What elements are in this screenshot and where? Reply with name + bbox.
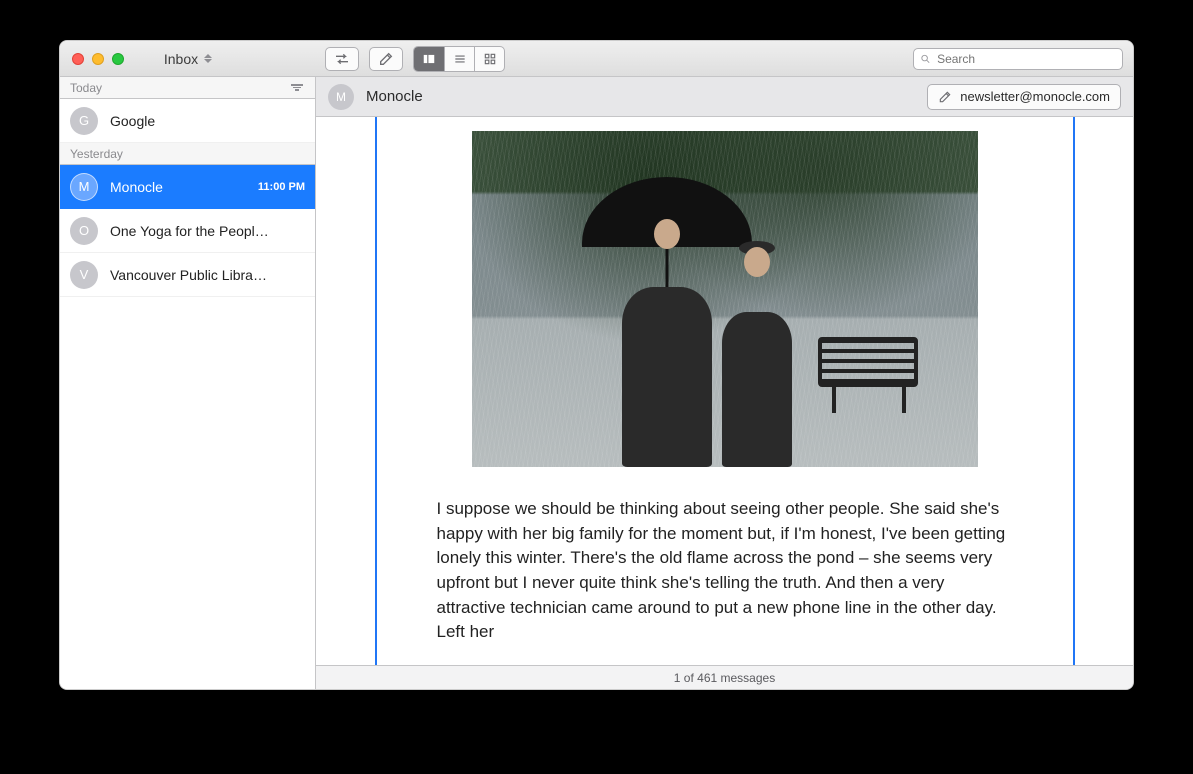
search-input[interactable] <box>935 51 1116 67</box>
message-sender: Vancouver Public Library N… <box>110 267 270 283</box>
close-button[interactable] <box>72 53 84 65</box>
message-pane: M Monocle newsletter@monocle.com <box>316 77 1133 689</box>
compose-button[interactable] <box>369 47 403 71</box>
message-sender-name: Monocle <box>366 88 423 105</box>
message-sender: One Yoga for the People | V… <box>110 223 270 239</box>
message-paragraph: I suppose we should be thinking about se… <box>437 497 1013 645</box>
search-icon <box>920 53 931 65</box>
status-bar: 1 of 461 messages <box>316 665 1133 689</box>
message-row-monocle[interactable]: M Monocle 11:00 PM <box>60 165 315 209</box>
view-thumbnails-button[interactable] <box>474 47 504 71</box>
toolbar <box>325 41 1123 76</box>
window-controls <box>60 53 136 65</box>
zoom-button[interactable] <box>112 53 124 65</box>
bench-icon <box>818 337 918 387</box>
section-header-yesterday: Yesterday <box>60 143 315 165</box>
message-list: Today G Google Yesterday M Monocle 11:00… <box>60 77 316 689</box>
message-image <box>472 131 978 467</box>
sort-chevrons-icon[interactable] <box>204 54 212 63</box>
message-address: newsletter@monocle.com <box>960 89 1110 104</box>
window-body: Today G Google Yesterday M Monocle 11:00… <box>60 77 1133 689</box>
view-segmented-control <box>413 46 505 72</box>
view-content-button[interactable] <box>414 47 444 71</box>
compose-icon <box>938 90 952 104</box>
send-receive-icon <box>334 51 350 67</box>
section-header-today: Today <box>60 77 315 99</box>
message-sender: Google <box>110 113 155 129</box>
message-content: I suppose we should be thinking about se… <box>375 117 1075 665</box>
content-view-icon <box>422 52 436 66</box>
send-receive-button[interactable] <box>325 47 359 71</box>
section-header-label: Today <box>70 81 102 95</box>
minimize-button[interactable] <box>92 53 104 65</box>
section-header-label: Yesterday <box>70 147 123 161</box>
list-view-icon <box>453 52 467 66</box>
message-row-vpl[interactable]: V Vancouver Public Library N… <box>60 253 315 297</box>
avatar: M <box>328 84 354 110</box>
thumbnails-view-icon <box>483 52 497 66</box>
avatar: G <box>70 107 98 135</box>
message-body[interactable]: I suppose we should be thinking about se… <box>316 117 1133 665</box>
message-time: 11:00 PM <box>258 181 305 193</box>
figure-woman <box>722 217 792 467</box>
message-sender: Monocle <box>110 179 163 195</box>
status-text: 1 of 461 messages <box>674 671 775 685</box>
filter-icon[interactable] <box>289 82 305 93</box>
compose-icon <box>378 51 394 67</box>
avatar: M <box>70 173 98 201</box>
view-list-button[interactable] <box>444 47 474 71</box>
avatar: O <box>70 217 98 245</box>
titlebar: Inbox <box>60 41 1133 77</box>
message-header: M Monocle newsletter@monocle.com <box>316 77 1133 117</box>
message-row-google[interactable]: G Google <box>60 99 315 143</box>
search-field[interactable] <box>913 48 1123 70</box>
avatar: V <box>70 261 98 289</box>
mailbox-title: Inbox <box>164 51 198 67</box>
message-row-one-yoga[interactable]: O One Yoga for the People | V… <box>60 209 315 253</box>
mail-window: Inbox <box>59 40 1134 690</box>
reply-address-button[interactable]: newsletter@monocle.com <box>927 84 1121 110</box>
figure-man <box>622 177 712 467</box>
